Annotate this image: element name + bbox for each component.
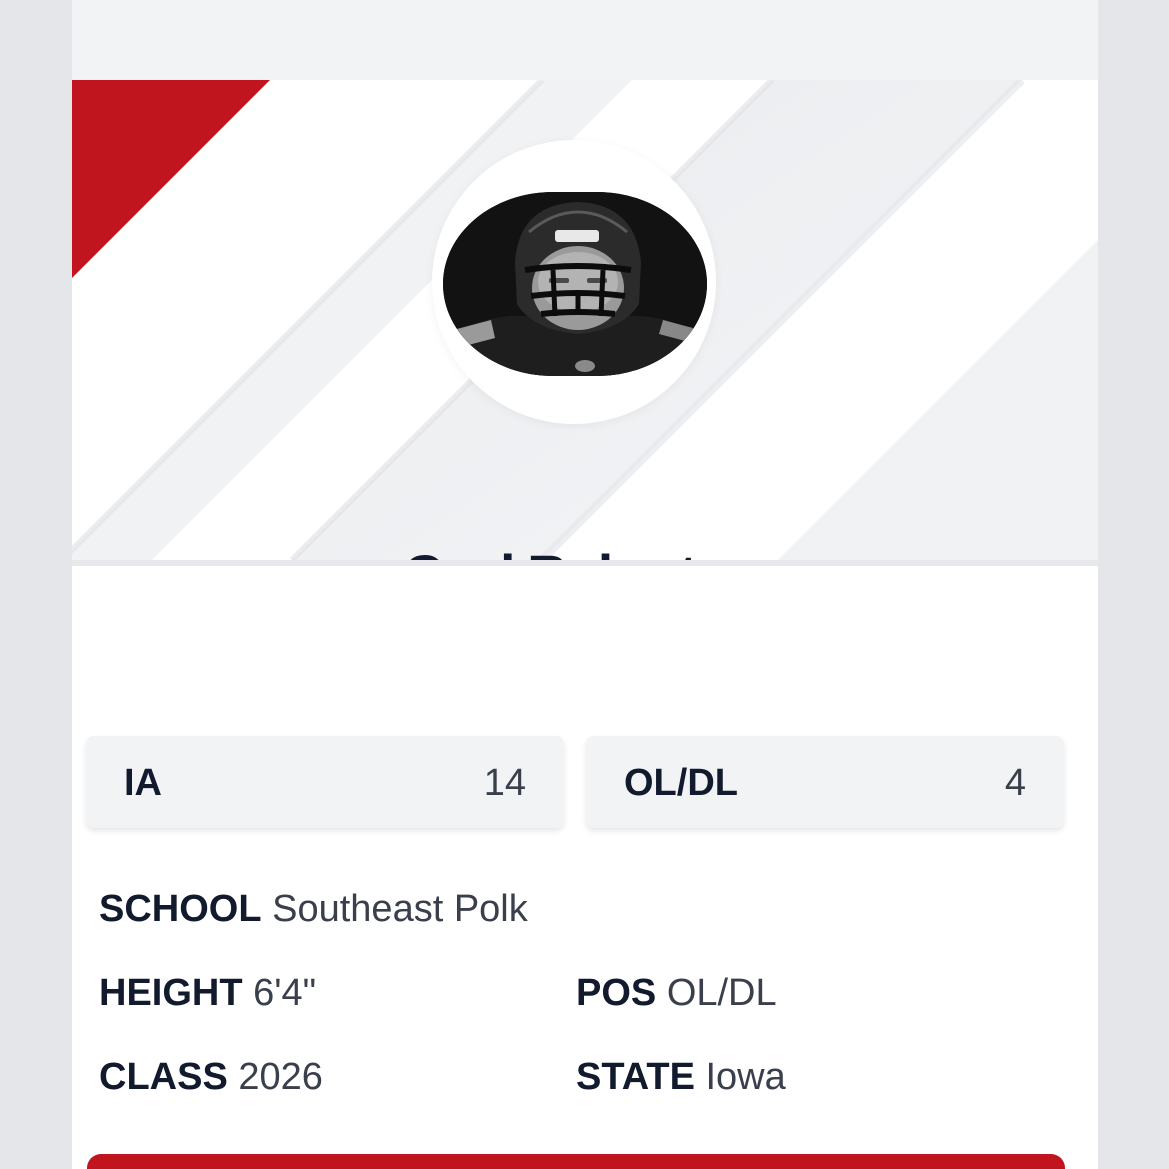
top-strip [72, 0, 1098, 80]
ranking-value: 14 [483, 762, 526, 804]
class-value: 2026 [238, 1056, 323, 1098]
ranking-label: OL/DL [624, 762, 738, 804]
school-key: SCHOOL [99, 888, 262, 930]
profile-hero: Cael Roberts [72, 80, 1098, 560]
pos-value: OL/DL [666, 972, 777, 1014]
state-value: Iowa [705, 1056, 786, 1098]
height-info: HEIGHT 6'4" [99, 972, 316, 1015]
ranking-label: IA [124, 762, 162, 804]
position-info: POS OL/DL [576, 972, 777, 1015]
position-ranking-badge[interactable]: OL/DL 4 [586, 736, 1064, 828]
height-key: HEIGHT [99, 972, 243, 1014]
hero-divider [72, 560, 1098, 566]
class-info: CLASS 2026 [99, 1056, 323, 1099]
page: Cael Roberts IA 14 OL/DL 4 SCHOOL Southe… [0, 0, 1169, 1169]
class-key: CLASS [99, 1056, 228, 1098]
pos-key: POS [576, 972, 657, 1014]
avatar [443, 192, 707, 376]
state-info: STATE Iowa [576, 1056, 786, 1099]
player-photo [443, 192, 707, 376]
ranking-value: 4 [1004, 762, 1026, 804]
height-value: 6'4" [253, 972, 317, 1014]
action-button[interactable] [87, 1154, 1065, 1169]
player-name: Cael Roberts [72, 542, 1056, 560]
state-key: STATE [576, 1056, 695, 1098]
player-profile-card: Cael Roberts IA 14 OL/DL 4 SCHOOL Southe… [72, 0, 1098, 1169]
state-ranking-badge[interactable]: IA 14 [86, 736, 564, 828]
school-info: SCHOOL Southeast Polk [99, 888, 528, 931]
school-value: Southeast Polk [272, 888, 528, 930]
